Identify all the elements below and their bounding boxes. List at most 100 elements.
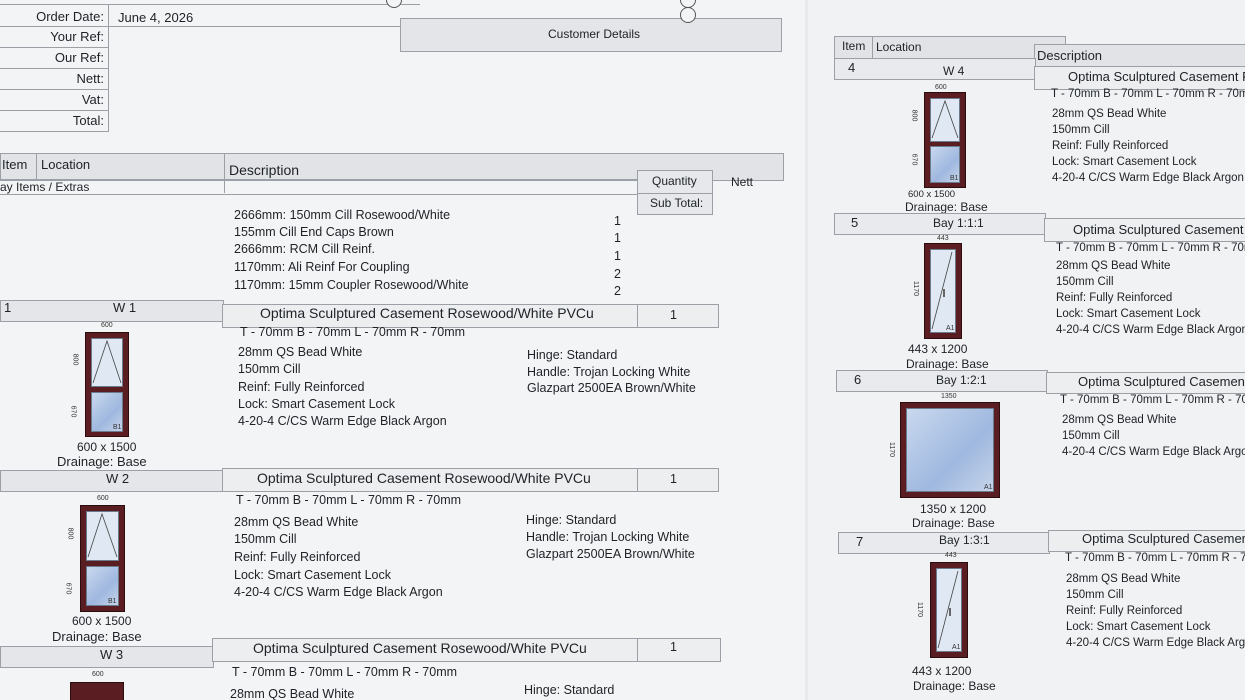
drainage-info: Drainage: Base: [906, 357, 989, 371]
item-number: 1: [4, 300, 12, 315]
spec-line: Lock: Smart Casement Lock: [238, 397, 396, 411]
frame-dimensions: T - 70mm B - 70mm L - 70mm R - 70: [1060, 394, 1245, 406]
quantity-value: 1: [670, 640, 677, 654]
product-title: Optima Sculptured Casement: [1082, 531, 1245, 546]
your-ref-label: Your Ref:: [50, 29, 104, 44]
casement-opening-icon: [931, 251, 953, 330]
drainage-info: Drainage: Base: [913, 679, 996, 693]
spec-line: Lock: Smart Casement Lock: [1056, 308, 1201, 320]
vat-label: Vat:: [81, 92, 104, 107]
quantity-value: 1: [614, 214, 621, 228]
location-value: Bay 1:1:1: [933, 216, 984, 230]
resize-handle[interactable]: [386, 0, 402, 8]
spec-line: 150mm Cill: [1052, 124, 1110, 136]
sub-total-label: Sub Total:: [650, 196, 704, 210]
description-column-header: Description: [1037, 48, 1103, 63]
spec-line: 28mm QS Bead White: [238, 345, 363, 359]
spec-line: 4-20-4 C/CS Warm Edge Black Argon: [238, 414, 447, 428]
list-item: 1170mm: 15mm Coupler Rosewood/White: [234, 278, 469, 292]
list-item: 2666mm: 150mm Cill Rosewood/White: [234, 208, 451, 222]
product-title: Optima Sculptured Casement Rosewood/Whit…: [257, 470, 591, 486]
frame-dimensions: T - 70mm B - 70mm L - 70mm R - 70n: [1056, 242, 1245, 254]
spec-line: 150mm Cill: [238, 362, 301, 376]
spec-line: Reinf: Fully Reinforced: [238, 380, 365, 394]
location-column-header: Location: [876, 40, 922, 54]
hardware-line: Hinge: Standard: [527, 348, 618, 362]
spec-line: 4-20-4 C/CS Warm Edge Black Argon: [1056, 324, 1245, 336]
quantity-value: 1: [614, 231, 621, 245]
hardware-line: Handle: Trojan Locking White: [526, 530, 690, 544]
list-item: 1170mm: Ali Reinf For Coupling: [234, 260, 410, 274]
quantity-value: 2: [614, 267, 621, 281]
quantity-value: 1: [614, 249, 621, 263]
drainage-info: Drainage: Base: [912, 516, 995, 530]
casement-opening-icon: [87, 512, 118, 558]
spec-line: 28mm QS Bead White: [1066, 573, 1181, 585]
drainage-info: Drainage: Base: [905, 200, 988, 214]
spec-line: 150mm Cill: [1066, 589, 1124, 601]
resize-handle[interactable]: [680, 7, 696, 23]
drainage-info: Drainage: Base: [52, 629, 142, 644]
extras-heading: ay Items / Extras: [0, 180, 90, 194]
spec-line: 28mm QS Bead White: [230, 687, 355, 700]
location-value: W 2: [106, 471, 130, 486]
product-title: Optima Sculptured Casement I: [1078, 374, 1245, 389]
frame-dimensions: T - 70mm B - 70mm L - 70mm R - 70mm: [1051, 88, 1245, 100]
spec-line: 4-20-4 C/CS Warm Edge Black Argon: [1062, 446, 1245, 458]
spec-line: Reinf: Fully Reinforced: [1052, 140, 1169, 152]
spec-line: 4-20-4 C/CS Warm Edge Black Argon: [1066, 637, 1245, 649]
spec-line: Lock: Smart Casement Lock: [1052, 156, 1197, 168]
casement-opening-icon: [92, 339, 122, 384]
nett-column-header: Nett: [731, 175, 754, 189]
window-size: 600 x 1500: [77, 440, 137, 454]
frame-dimensions: T - 70mm B - 70mm L - 70mm R - 70mm: [240, 325, 466, 339]
hardware-line: Handle: Trojan Locking White: [527, 365, 691, 379]
quantity-value: 1: [670, 308, 677, 322]
spec-line: Lock: Smart Casement Lock: [1066, 621, 1211, 633]
location-value: Bay 1:3:1: [939, 533, 990, 547]
quantity-column-header: Quantity: [652, 174, 697, 188]
quote-page-left: Order Date: Your Ref: Our Ref: Nett: Vat…: [0, 0, 805, 700]
spec-line: Reinf: Fully Reinforced: [1066, 605, 1183, 617]
hardware-line: Glazpart 2500EA Brown/White: [527, 381, 696, 395]
spec-line: Reinf: Fully Reinforced: [1056, 292, 1173, 304]
location-column-header: Location: [41, 157, 91, 172]
item-column-header: Item: [2, 157, 28, 172]
frame-dimensions: T - 70mm B - 70mm L - 70mm R - 7: [1065, 552, 1245, 564]
spec-line: 28mm QS Bead White: [234, 515, 359, 529]
our-ref-label: Our Ref:: [54, 50, 104, 65]
item-number: 4: [848, 60, 856, 75]
drainage-info: Drainage: Base: [57, 454, 147, 469]
spec-line: 150mm Cill: [1062, 430, 1120, 442]
product-title: Optima Sculptured Casement Ros: [1068, 69, 1245, 84]
spec-line: 4-20-4 C/CS Warm Edge Black Argon: [234, 585, 443, 599]
description-column-header: Description: [229, 162, 300, 178]
spec-line: 150mm Cill: [1056, 276, 1114, 288]
hardware-line: Hinge: Standard: [526, 513, 617, 527]
spec-line: Reinf: Fully Reinforced: [234, 550, 361, 564]
spec-line: 28mm QS Bead White: [1062, 414, 1177, 426]
order-date-label: Order Date:: [36, 9, 104, 24]
frame-dimensions: T - 70mm B - 70mm L - 70mm R - 70mm: [236, 493, 462, 507]
product-title: Optima Sculptured Casement Rosewood/Whit…: [260, 305, 594, 321]
product-title: Optima Sculptured Casement Rc: [1073, 222, 1245, 237]
order-date-value[interactable]: June 4, 2026: [118, 10, 193, 25]
frame-dimensions: T - 70mm B - 70mm L - 70mm R - 70mm: [232, 665, 458, 679]
casement-opening-icon: [931, 99, 959, 139]
location-value: W 4: [943, 64, 965, 78]
location-value: Bay 1:2:1: [936, 373, 987, 387]
item-number: 5: [851, 215, 859, 230]
item-number: 6: [854, 372, 862, 387]
item-number: 7: [856, 534, 864, 549]
spec-line: 4-20-4 C/CS Warm Edge Black Argon: [1052, 172, 1244, 184]
window-size: 1350 x 1200: [920, 502, 987, 516]
spec-line: 28mm QS Bead White: [1056, 260, 1171, 272]
list-item: 155mm Cill End Caps Brown: [234, 225, 394, 239]
product-title: Optima Sculptured Casement Rosewood/Whit…: [253, 640, 587, 656]
window-size: 600 x 1500: [72, 614, 132, 628]
window-size: 443 x 1200: [912, 664, 972, 678]
quote-page-right: Item Location Description 4 W 4 Optima S…: [808, 0, 1245, 700]
total-label: Total:: [72, 113, 104, 128]
location-value: W 1: [113, 300, 137, 315]
nett-label: Nett:: [76, 71, 104, 86]
